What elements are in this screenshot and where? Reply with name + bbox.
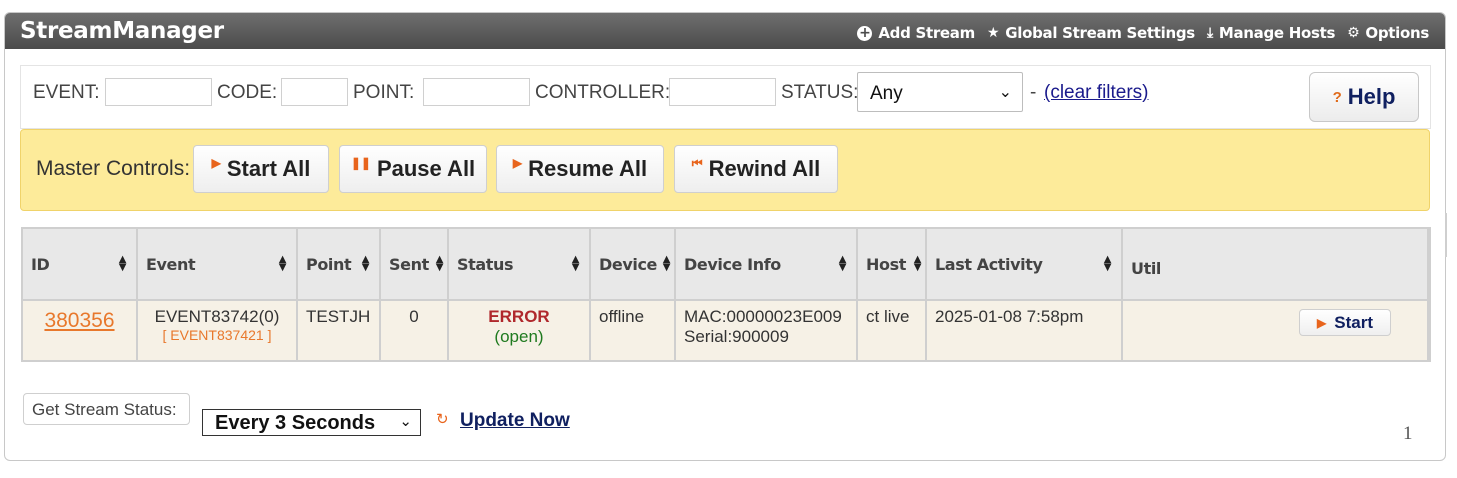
sort-icon: ▲ ▼ bbox=[571, 254, 580, 273]
rewind-all-button[interactable]: ⏮ Rewind All bbox=[674, 145, 838, 193]
row-start-label: Start bbox=[1334, 312, 1373, 332]
sort-icon: ▲ ▼ bbox=[1103, 254, 1112, 273]
status-filter-label: STATUS: bbox=[781, 82, 859, 103]
help-icon: ? bbox=[1332, 88, 1342, 106]
download-icon: ⤓ bbox=[1206, 25, 1213, 41]
status-interval-value: Every 3 Seconds bbox=[215, 412, 376, 434]
filter-bar: EVENT: CODE: POINT: CONTROLLER: STATUS: … bbox=[20, 65, 1431, 129]
resume-all-label: Resume All bbox=[528, 156, 648, 181]
code-filter-input[interactable] bbox=[281, 78, 348, 106]
gear-icon: ⚙ bbox=[1347, 25, 1360, 41]
header-host[interactable]: Host ▲ ▼ bbox=[857, 229, 927, 301]
get-stream-status-label: Get Stream Status: bbox=[23, 393, 190, 425]
header-point[interactable]: Point ▲ ▼ bbox=[297, 229, 381, 301]
header-event[interactable]: Event ▲ ▼ bbox=[137, 229, 298, 301]
star-icon: ★ bbox=[986, 25, 1000, 41]
cell-host: ct live bbox=[857, 300, 927, 360]
master-controls: Master Controls: ▶ Start All ❚❚ Pause Al… bbox=[20, 129, 1430, 211]
header-last-activity[interactable]: Last Activity ▲ ▼ bbox=[926, 229, 1123, 301]
help-label: Help bbox=[1347, 84, 1396, 109]
pause-all-label: Pause All bbox=[376, 156, 476, 181]
controller-filter-input[interactable] bbox=[669, 78, 776, 106]
point-filter-input[interactable] bbox=[423, 78, 530, 106]
pause-icon: ❚❚ bbox=[350, 156, 371, 170]
filter-separator: - bbox=[1030, 82, 1037, 103]
header-util: Util bbox=[1122, 229, 1429, 301]
header-status[interactable]: Status ▲ ▼ bbox=[448, 229, 591, 301]
resume-all-button[interactable]: ▶ Resume All bbox=[496, 145, 664, 193]
cell-id: 380356 bbox=[23, 300, 138, 360]
cell-last-activity: 2025-01-08 7:58pm bbox=[926, 300, 1123, 360]
event-sub: [ EVENT837421 ] bbox=[162, 327, 272, 343]
start-all-button[interactable]: ▶ Start All bbox=[193, 145, 329, 193]
manage-hosts-label: Manage Hosts bbox=[1218, 24, 1336, 42]
point-filter-label: POINT: bbox=[353, 82, 415, 103]
stream-manager-panel: StreamManager + Add Stream ★ Global Stre… bbox=[4, 12, 1446, 461]
sort-icon: ▲ ▼ bbox=[435, 254, 444, 273]
code-filter-label: CODE: bbox=[217, 82, 278, 103]
pause-all-button[interactable]: ❚❚ Pause All bbox=[339, 145, 487, 193]
global-stream-settings-link[interactable]: ★ Global Stream Settings bbox=[987, 24, 1195, 42]
scrollbar[interactable] bbox=[1445, 213, 1447, 257]
play-icon: ▶ bbox=[512, 156, 523, 170]
event-filter-label: EVENT: bbox=[33, 82, 100, 103]
plus-circle-icon: + bbox=[857, 24, 873, 41]
device-serial: Serial:900009 bbox=[684, 327, 789, 346]
status-error: ERROR bbox=[488, 307, 550, 326]
add-stream-label: Add Stream bbox=[878, 24, 975, 42]
controller-filter-label: CONTROLLER: bbox=[535, 82, 671, 103]
status-filter-select[interactable]: Any ⌄ bbox=[857, 72, 1023, 112]
clear-filters-link[interactable]: (clear filters) bbox=[1044, 82, 1149, 104]
sort-icon: ▲ ▼ bbox=[662, 254, 671, 273]
play-icon: ▶ bbox=[1317, 315, 1327, 330]
status-filter-value: Any bbox=[870, 83, 903, 104]
options-label: Options bbox=[1365, 24, 1429, 42]
rewind-all-label: Rewind All bbox=[708, 156, 821, 181]
sort-icon: ▲ ▼ bbox=[118, 254, 127, 273]
status-sub: (open) bbox=[494, 327, 544, 346]
sort-icon: ▲ ▼ bbox=[838, 254, 847, 273]
cell-device: offline bbox=[590, 300, 676, 360]
app-title: StreamManager bbox=[20, 18, 224, 44]
global-stream-settings-label: Global Stream Settings bbox=[1005, 24, 1195, 42]
cell-point: TESTJH bbox=[297, 300, 381, 360]
event-filter-input[interactable] bbox=[105, 78, 212, 106]
help-button[interactable]: ? Help bbox=[1309, 72, 1419, 122]
title-bar: StreamManager + Add Stream ★ Global Stre… bbox=[5, 13, 1445, 49]
header-device[interactable]: Device ▲ ▼ bbox=[590, 229, 676, 301]
device-mac: MAC:00000023E009 bbox=[684, 307, 842, 326]
header-id[interactable]: ID ▲ ▼ bbox=[23, 229, 138, 301]
table-header-row: ID ▲ ▼ Event ▲ ▼ Point ▲ ▼ Sent ▲ ▼ Status ▲ ▼ Dev… bbox=[23, 229, 1429, 301]
status-interval-select[interactable]: Every 3 Seconds ⌄ bbox=[202, 409, 421, 436]
header-device-info[interactable]: Device Info ▲ ▼ bbox=[675, 229, 858, 301]
cell-sent: 0 bbox=[380, 300, 449, 360]
update-now-link[interactable]: Update Now bbox=[460, 410, 570, 432]
cell-event: EVENT83742(0) [ EVENT837421 ] bbox=[137, 300, 298, 360]
page-number[interactable]: 1 bbox=[1403, 423, 1413, 445]
sort-icon: ▲ ▼ bbox=[278, 254, 287, 273]
options-link[interactable]: ⚙ Options bbox=[1347, 24, 1429, 42]
rewind-icon: ⏮ bbox=[691, 155, 703, 170]
sort-icon: ▲ ▼ bbox=[361, 254, 370, 273]
streams-table: ID ▲ ▼ Event ▲ ▼ Point ▲ ▼ Sent ▲ ▼ Status ▲ ▼ Dev… bbox=[21, 227, 1431, 362]
chevron-down-icon: ⌄ bbox=[998, 84, 1012, 101]
refresh-icon: ↻ bbox=[436, 411, 449, 428]
stream-id-link[interactable]: 380356 bbox=[31, 309, 128, 333]
play-icon: ▶ bbox=[211, 156, 221, 170]
master-controls-label: Master Controls: bbox=[36, 157, 191, 180]
add-stream-link[interactable]: + Add Stream bbox=[857, 24, 975, 42]
event-name: EVENT83742(0) bbox=[154, 307, 280, 326]
header-sent[interactable]: Sent ▲ ▼ bbox=[380, 229, 449, 301]
top-nav: + Add Stream ★ Global Stream Settings ⤓ … bbox=[857, 24, 1429, 42]
cell-status: ERROR (open) bbox=[448, 300, 591, 360]
table-row: 380356 EVENT83742(0) [ EVENT837421 ] TES… bbox=[23, 300, 1429, 360]
sort-icon: ▲ ▼ bbox=[913, 254, 922, 273]
manage-hosts-link[interactable]: ⤓ Manage Hosts bbox=[1207, 24, 1335, 42]
start-all-label: Start All bbox=[226, 156, 311, 181]
cell-device-info: MAC:00000023E009 Serial:900009 bbox=[675, 300, 858, 360]
chevron-down-icon: ⌄ bbox=[399, 413, 412, 430]
row-start-button[interactable]: ▶ Start bbox=[1299, 309, 1391, 336]
